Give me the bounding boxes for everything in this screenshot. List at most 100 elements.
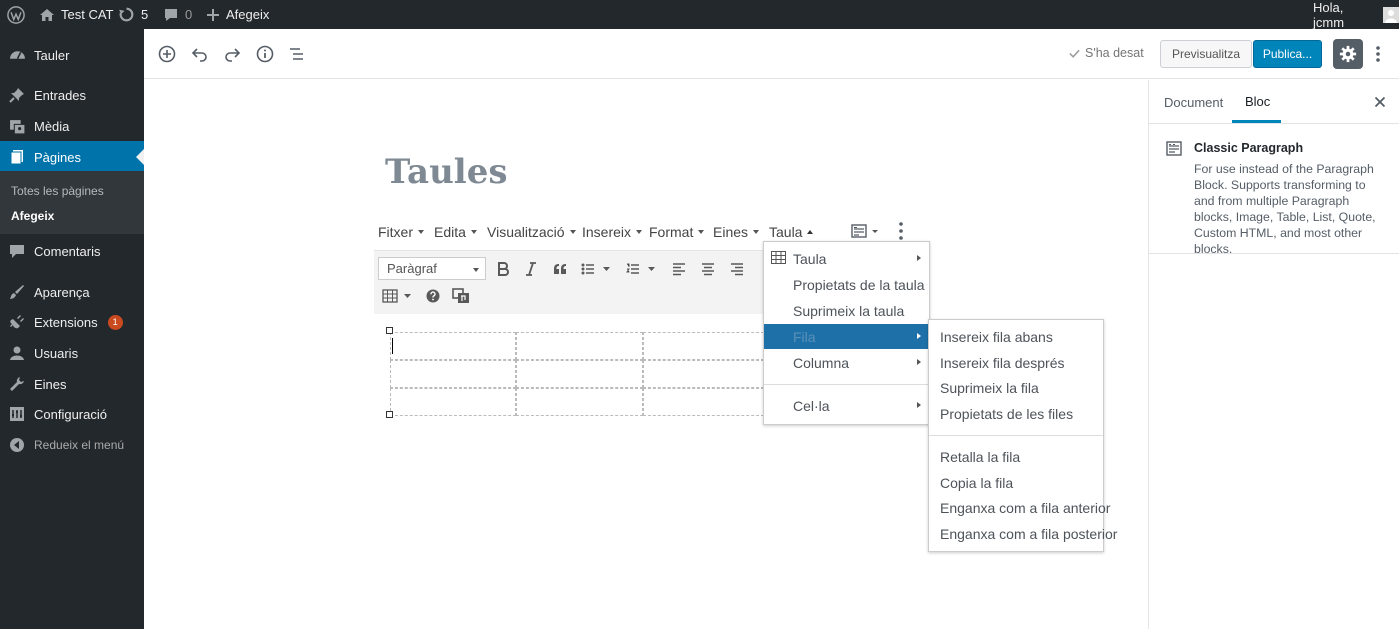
row-paste-after[interactable]: Enganxa com a fila posterior xyxy=(929,521,1117,546)
align-center-icon xyxy=(701,262,715,276)
bold-icon xyxy=(496,262,510,276)
list-outline-icon xyxy=(288,45,306,63)
table-menu-cell[interactable]: Cel·la xyxy=(764,393,929,418)
menubar-view[interactable]: Visualització xyxy=(487,224,576,240)
italic-button[interactable] xyxy=(520,258,542,280)
site-name-link[interactable]: Test CAT xyxy=(39,0,114,29)
table-menu-column[interactable]: Columna xyxy=(764,350,929,375)
menu-item-comments[interactable]: Comentaris xyxy=(0,235,144,267)
menu-item-media[interactable]: Mèdia xyxy=(0,110,144,142)
collapse-menu-button[interactable]: Redueix el menú xyxy=(0,429,144,461)
menu-item-label: Entrades xyxy=(34,87,87,103)
menu-item-dashboard[interactable]: Tauler xyxy=(0,39,144,71)
close-sidebar-button[interactable] xyxy=(1371,93,1389,111)
menubar-format[interactable]: Format xyxy=(649,224,705,240)
menubar-tools[interactable]: Eines xyxy=(713,224,760,240)
row-cut[interactable]: Retalla la fila xyxy=(929,444,1103,469)
table-cell[interactable] xyxy=(643,388,764,416)
more-options-button[interactable] xyxy=(1370,41,1386,67)
vertical-ellipsis-icon xyxy=(899,222,903,240)
align-left-button[interactable] xyxy=(668,258,690,280)
undo-button[interactable] xyxy=(187,41,213,67)
menu-item-tools[interactable]: Eines xyxy=(0,368,144,400)
row-delete[interactable]: Suprimeix la fila xyxy=(929,375,1103,400)
comments-link[interactable]: 0 xyxy=(163,0,192,29)
format-select[interactable]: Paràgraf xyxy=(378,257,486,280)
editor-header: S'ha desat Previsualitza Publica... xyxy=(144,29,1399,79)
resize-handle[interactable] xyxy=(386,327,393,334)
row-insert-after[interactable]: Insereix fila després xyxy=(929,350,1103,375)
publish-button[interactable]: Publica... xyxy=(1253,40,1322,68)
collapse-icon xyxy=(8,436,26,454)
updates-link[interactable]: 5 xyxy=(118,0,148,29)
text-cursor xyxy=(392,338,393,354)
resize-handle[interactable] xyxy=(386,411,393,418)
menu-item-pages[interactable]: Pàgines xyxy=(0,141,144,173)
bullet-list-button[interactable] xyxy=(579,258,613,280)
menu-item-appearance[interactable]: Aparença xyxy=(0,276,144,308)
table-cell[interactable] xyxy=(643,360,764,388)
my-account-link[interactable]: Hola, jcmm xyxy=(1313,0,1399,30)
row-insert-before[interactable]: Insereix fila abans xyxy=(929,324,1103,349)
menu-item-users[interactable]: Usuaris xyxy=(0,337,144,369)
wordpress-logo[interactable] xyxy=(7,0,25,29)
table-button[interactable] xyxy=(380,285,414,307)
table-cell[interactable] xyxy=(390,360,516,388)
help-button[interactable] xyxy=(422,285,444,307)
settings-toggle-button[interactable] xyxy=(1333,39,1363,69)
row-properties[interactable]: Propietats de les files xyxy=(929,401,1103,426)
menubar-edit[interactable]: Edita xyxy=(434,224,477,240)
block-more-options-button[interactable] xyxy=(899,222,903,240)
comment-bubble-icon xyxy=(163,7,179,23)
align-right-button[interactable] xyxy=(726,258,748,280)
table-menu-properties[interactable]: Propietats de la taula xyxy=(764,272,929,297)
editor-canvas: Taules Fitxer Edita Visualització Insere… xyxy=(144,80,1148,629)
preview-button[interactable]: Previsualitza xyxy=(1160,40,1252,68)
menu-item-label: Configuració xyxy=(34,406,107,422)
menu-item-posts[interactable]: Entrades xyxy=(0,79,144,111)
numbered-list-button[interactable] xyxy=(624,258,658,280)
submenu-all-pages[interactable]: Totes les pàgines xyxy=(11,184,104,198)
bold-button[interactable] xyxy=(492,258,514,280)
tools-icon xyxy=(8,375,26,393)
pages-submenu: Totes les pàgines Afegeix xyxy=(0,171,144,234)
add-block-button[interactable] xyxy=(154,41,180,67)
dashboard-icon xyxy=(8,46,26,64)
table-cell[interactable] xyxy=(516,360,643,388)
menu-item-plugins[interactable]: Extensions 1 xyxy=(0,306,144,338)
block-navigation-button[interactable] xyxy=(284,41,310,67)
new-label: Afegeix xyxy=(226,7,270,22)
post-title[interactable]: Taules xyxy=(385,152,508,192)
italic-icon xyxy=(524,262,538,276)
table-cell[interactable] xyxy=(643,332,764,360)
table-menu-row[interactable]: Fila xyxy=(764,324,929,349)
plus-circle-icon xyxy=(158,45,176,63)
table-block[interactable] xyxy=(386,327,764,418)
plus-icon xyxy=(206,8,220,22)
row-copy[interactable]: Copia la fila xyxy=(929,470,1103,495)
table-menu-delete[interactable]: Suprimeix la taula xyxy=(764,298,929,323)
content-info-button[interactable] xyxy=(252,41,278,67)
new-content-link[interactable]: Afegeix xyxy=(206,0,269,29)
table-cell[interactable] xyxy=(516,332,643,360)
table-cell[interactable] xyxy=(390,332,516,360)
menubar-file[interactable]: Fitxer xyxy=(378,224,424,240)
table-cell[interactable] xyxy=(390,388,516,416)
menu-item-settings[interactable]: Configuració xyxy=(0,398,144,430)
undo-icon xyxy=(191,45,209,63)
plugins-update-badge: 1 xyxy=(107,314,123,330)
table-cell[interactable] xyxy=(516,388,643,416)
align-center-button[interactable] xyxy=(697,258,719,280)
tab-document[interactable]: Document xyxy=(1164,80,1223,124)
sidebar-tabs: Document Bloc xyxy=(1149,80,1399,124)
add-media-button[interactable] xyxy=(450,285,472,307)
blockquote-button[interactable] xyxy=(549,258,571,280)
menubar-table[interactable]: Taula xyxy=(769,224,814,240)
redo-button[interactable] xyxy=(219,41,245,67)
menubar-insert[interactable]: Insereix xyxy=(582,224,643,240)
block-type-switcher[interactable] xyxy=(851,223,878,239)
row-paste-before[interactable]: Enganxa com a fila anterior xyxy=(929,495,1110,520)
submenu-add-new[interactable]: Afegeix xyxy=(11,209,54,223)
table-menu-table[interactable]: Taula xyxy=(764,246,929,271)
tab-block[interactable]: Bloc xyxy=(1232,80,1281,123)
